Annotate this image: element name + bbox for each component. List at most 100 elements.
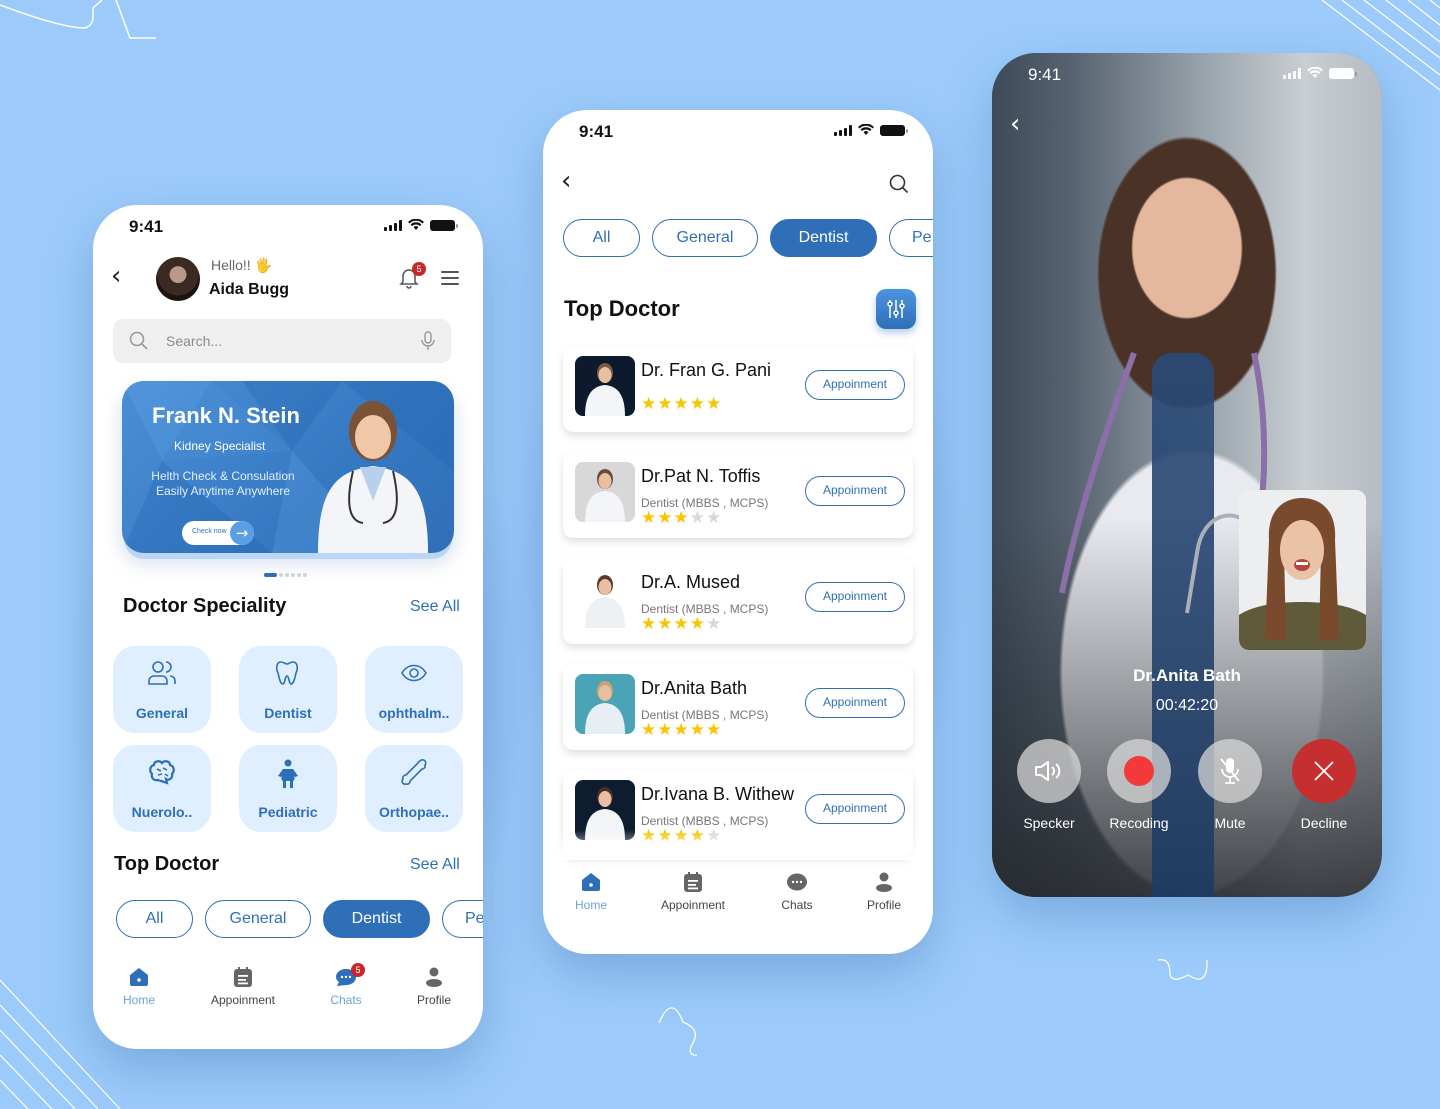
user-icon	[426, 967, 442, 987]
arrow-right-icon: →	[230, 521, 254, 545]
chats-badge: 5	[351, 963, 365, 977]
record-button[interactable]: Recoding	[1106, 739, 1172, 831]
rating-stars: ★★★★★	[641, 394, 722, 414]
wifi-icon	[408, 219, 424, 230]
doctor-filter-chips: All General Dentist Pe	[563, 219, 933, 257]
doctor-card[interactable]: Dr.Pat N. Toffis Dentist (MBBS , MCPS) ★★★…	[563, 452, 913, 538]
doctor-list: Dr. Fran G. Pani ★★★★★ Appoinment Dr.Pat N.…	[563, 346, 913, 876]
notification-badge: 5	[412, 262, 426, 276]
avatar[interactable]	[156, 257, 200, 301]
speciality-pediatric[interactable]: Pediatric	[239, 745, 337, 832]
tab-profile[interactable]: Profile	[413, 967, 455, 1007]
appointment-button[interactable]: Appoinment	[805, 688, 905, 718]
wifi-icon	[1307, 67, 1323, 78]
tab-appointment[interactable]: Appoinment	[203, 967, 283, 1007]
speciality-general[interactable]: General	[113, 646, 211, 733]
star-filled-icon: ★	[706, 394, 723, 414]
doctor-list-screen: 9:41 ‹ All General Dentist Pe Top Doctor…	[543, 110, 933, 954]
home-screen: 9:41 ‹ Hello!! 🖐 Aida Bugg 5 Search... F…	[93, 205, 483, 1049]
appointment-button[interactable]: Appoinment	[805, 794, 905, 824]
star-filled-icon: ★	[641, 394, 658, 414]
tooth-icon	[275, 661, 299, 685]
signal-icon	[834, 124, 852, 136]
top-doctor-title: Top Doctor	[114, 853, 220, 875]
doctor-photo	[575, 356, 635, 416]
appointment-button[interactable]: Appoinment	[805, 476, 905, 506]
rating-stars: ★★★★★	[641, 720, 722, 740]
filter-chip-dentist[interactable]: Dentist	[323, 900, 430, 938]
appointment-button[interactable]: Appoinment	[805, 370, 905, 400]
microphone-icon[interactable]	[421, 331, 435, 351]
speciality-orthopaedics[interactable]: Orthopae..	[365, 745, 463, 832]
battery-icon	[1329, 67, 1357, 79]
battery-icon	[430, 219, 458, 231]
speaker-button[interactable]: Specker	[1016, 739, 1082, 831]
search-placeholder: Search...	[166, 333, 223, 349]
doctor-photo	[575, 568, 635, 628]
status-time: 9:41	[129, 217, 164, 236]
doctor-name: Dr.Ivana B. Withew	[641, 784, 795, 804]
back-button[interactable]: ‹	[561, 166, 571, 196]
doctor-card[interactable]: Dr.A. Mused Dentist (MBBS , MCPS) ★★★★★ App…	[563, 558, 913, 644]
tab-chats[interactable]: 5 Chats	[325, 963, 367, 1007]
mute-button[interactable]: Mute	[1197, 739, 1263, 831]
self-video-preview[interactable]	[1239, 490, 1366, 650]
decline-button[interactable]: Decline	[1291, 739, 1357, 831]
speciality-dentist[interactable]: Dentist	[239, 646, 337, 733]
speciality-see-all[interactable]: See All	[410, 598, 460, 616]
filter-chip-pediatric[interactable]: Pe	[442, 900, 483, 938]
tab-appointment[interactable]: Appoinment	[653, 872, 733, 912]
top-doctor-see-all[interactable]: See All	[410, 856, 460, 874]
doctor-name: Dr.Anita Bath	[641, 678, 748, 698]
star-filled-icon: ★	[689, 720, 706, 740]
speciality-neurology[interactable]: Nuerolo..	[113, 745, 211, 832]
notification-button[interactable]: 5	[399, 262, 426, 289]
search-icon[interactable]	[889, 174, 909, 194]
filter-chip-all[interactable]: All	[563, 219, 640, 257]
check-now-button[interactable]: Check now →	[182, 521, 254, 545]
filter-button[interactable]	[876, 289, 916, 329]
filter-chip-general[interactable]: General	[652, 219, 758, 257]
star-empty-icon: ★	[706, 508, 723, 528]
tab-profile[interactable]: Profile	[863, 872, 905, 912]
filter-chip-pediatric[interactable]: Pe	[889, 219, 933, 257]
search-input[interactable]: Search...	[113, 319, 451, 363]
tab-chats[interactable]: Chats	[776, 872, 818, 912]
signal-icon	[384, 219, 402, 231]
calendar-icon	[234, 967, 252, 987]
self-video-image	[1239, 490, 1366, 650]
doctor-card[interactable]: Dr. Fran G. Pani ★★★★★ Appoinment	[563, 346, 913, 432]
appointment-button[interactable]: Appoinment	[805, 582, 905, 612]
star-filled-icon: ★	[673, 614, 690, 634]
rating-stars: ★★★★★	[641, 614, 722, 634]
star-filled-icon: ★	[689, 394, 706, 414]
doctor-name: Dr. Fran G. Pani	[641, 360, 772, 380]
doctor-card[interactable]: Dr.Anita Bath Dentist (MBBS , MCPS) ★★★★★ A…	[563, 664, 913, 750]
tab-home[interactable]: Home	[571, 872, 611, 912]
calendar-icon	[684, 872, 702, 892]
star-filled-icon: ★	[673, 720, 690, 740]
back-button[interactable]: ‹	[111, 261, 121, 291]
wifi-icon	[858, 124, 874, 135]
greeting: Hello!! 🖐	[211, 257, 273, 273]
user-name: Aida Bugg	[209, 281, 289, 298]
banner-specialty: Kidney Specialist	[174, 439, 266, 453]
child-icon	[278, 759, 298, 788]
list-fade	[543, 830, 933, 860]
promo-banner[interactable]: Frank N. Stein Kidney Specialist Helth C…	[122, 381, 454, 553]
star-filled-icon: ★	[689, 614, 706, 634]
tab-home[interactable]: Home	[119, 967, 159, 1007]
back-button[interactable]: ‹	[1010, 109, 1020, 139]
user-icon	[876, 872, 892, 892]
menu-button[interactable]	[441, 271, 459, 289]
speaker-icon	[1035, 761, 1061, 781]
banner-doctor-name: Frank N. Stein	[152, 403, 300, 428]
speciality-ophthalmology[interactable]: ophthalm..	[365, 646, 463, 733]
video-call-screen: 9:41 ‹ Dr.Anita Bath 00:42:20 Specker Re…	[992, 53, 1382, 897]
filter-chip-dentist[interactable]: Dentist	[770, 219, 877, 257]
search-icon	[129, 331, 148, 350]
carousel-indicator	[264, 573, 307, 577]
filter-chip-general[interactable]: General	[205, 900, 311, 938]
filter-chip-all[interactable]: All	[116, 900, 193, 938]
top-doctor-title: Top Doctor	[564, 296, 680, 321]
